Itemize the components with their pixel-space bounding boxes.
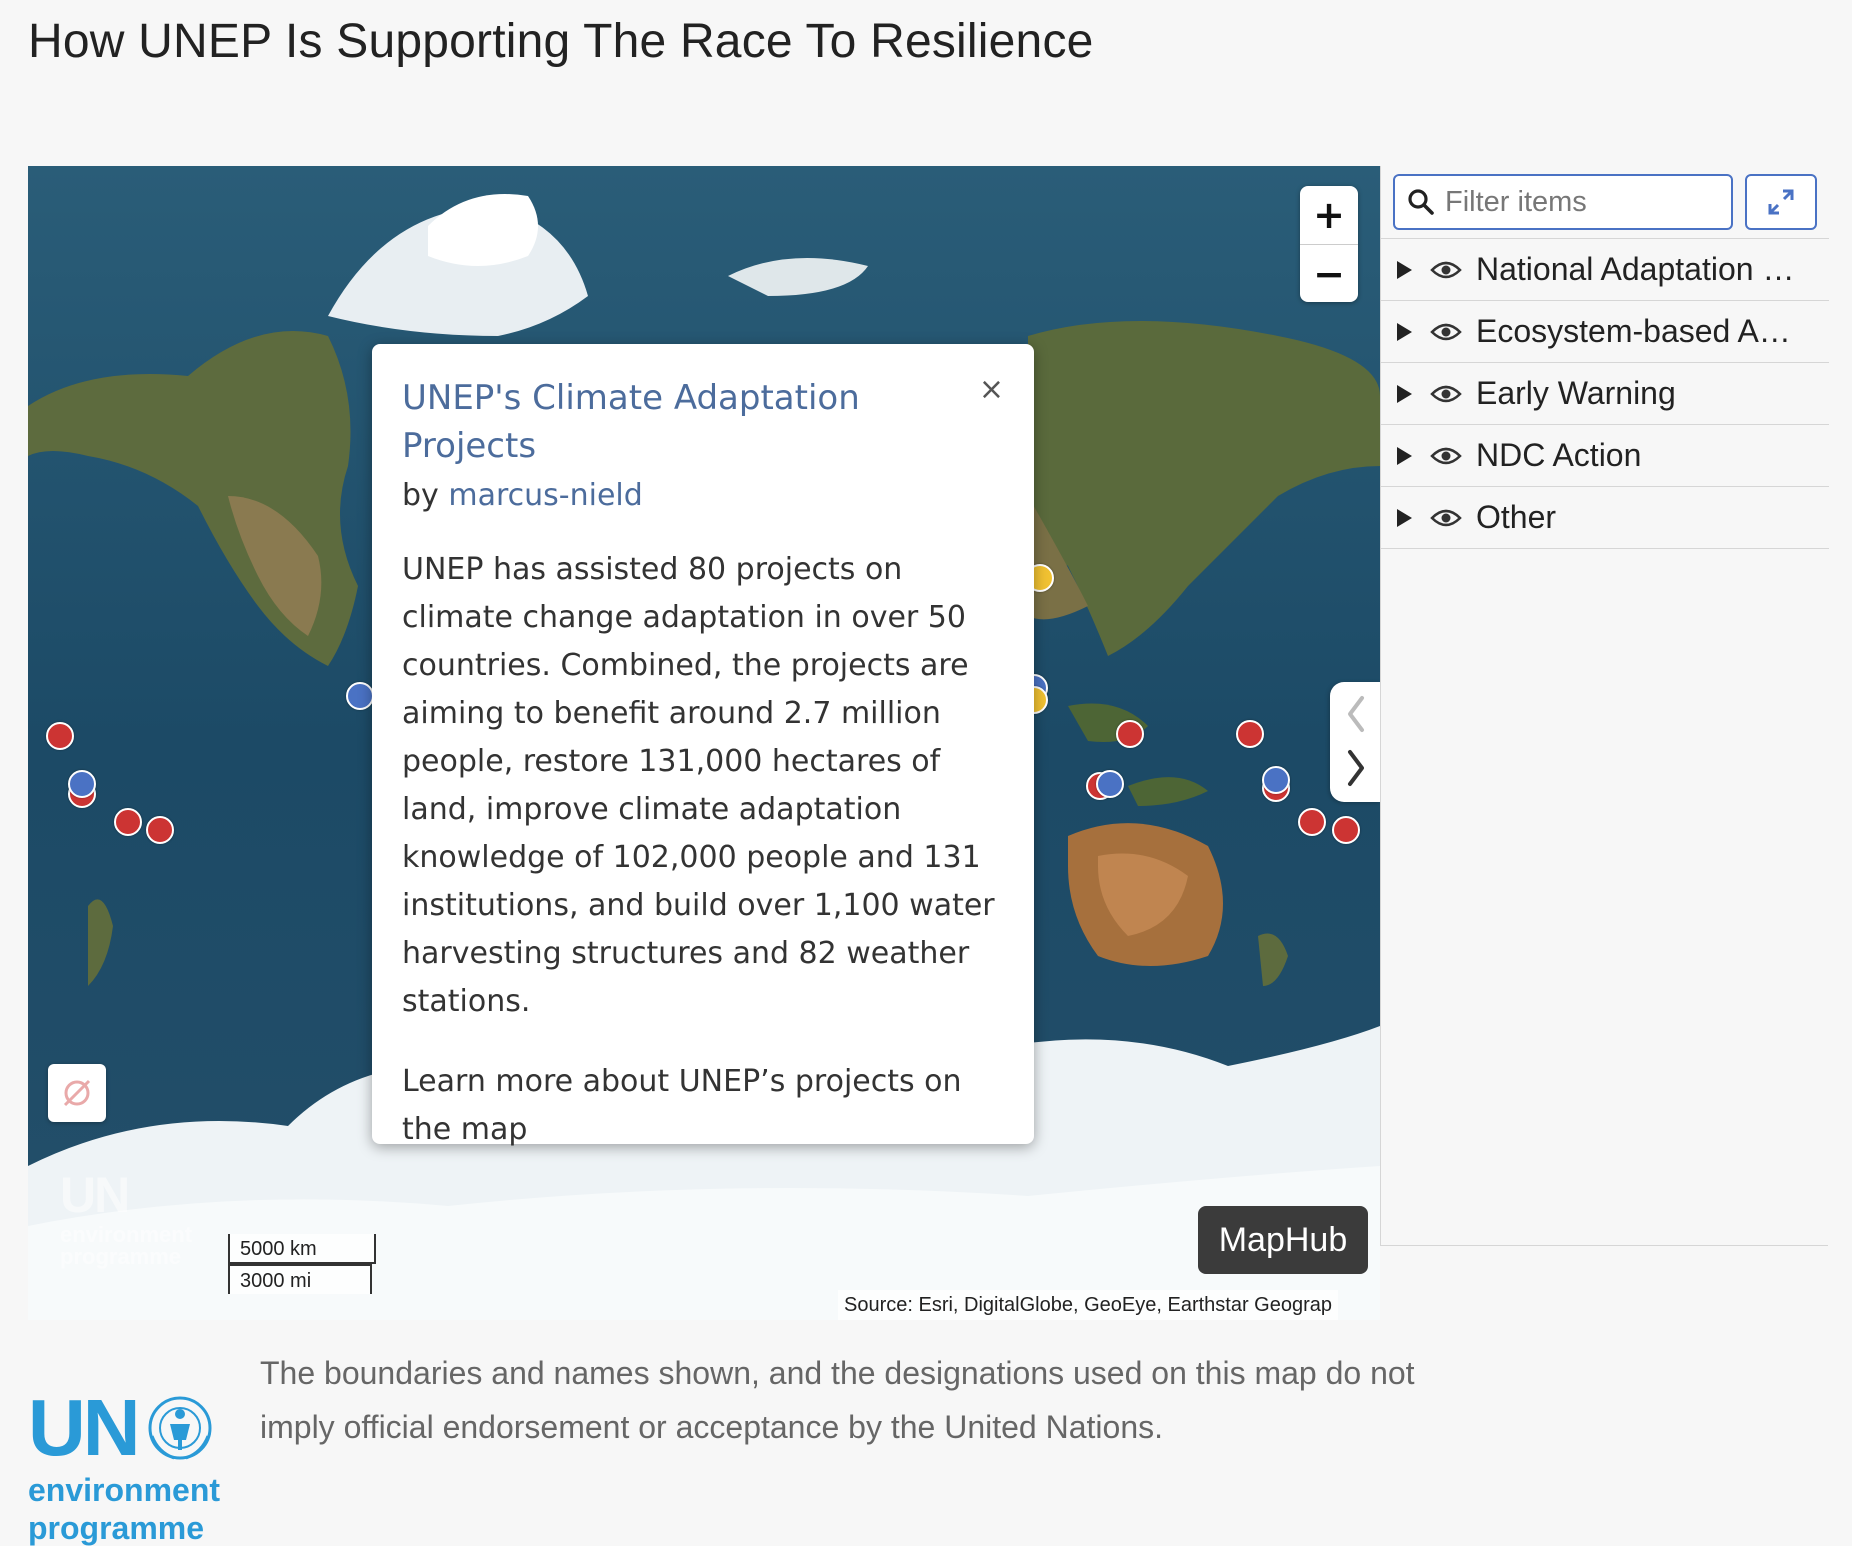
scale-km: 5000 km xyxy=(228,1234,376,1264)
layer-label: Early Warning xyxy=(1476,375,1676,411)
plus-icon: + xyxy=(1313,193,1345,237)
eye-icon[interactable] xyxy=(1430,446,1462,466)
map-marker[interactable] xyxy=(1116,720,1144,748)
layer-item-national-adaptation[interactable]: National Adaptation … xyxy=(1381,239,1829,301)
maphub-link[interactable]: MapHub xyxy=(1198,1206,1368,1274)
map-attribution: Source: Esri, DigitalGlobe, GeoEye, Eart… xyxy=(838,1290,1339,1320)
author-link[interactable]: marcus-nield xyxy=(448,478,642,513)
fullscreen-button[interactable] xyxy=(1745,174,1817,230)
layer-item-early-warning[interactable]: Early Warning xyxy=(1381,363,1829,425)
layer-label: Other xyxy=(1476,499,1557,535)
byline-prefix: by xyxy=(402,478,439,513)
location-disabled-icon xyxy=(63,1079,91,1107)
eye-icon[interactable] xyxy=(1430,322,1462,342)
close-icon[interactable]: × xyxy=(979,372,1004,407)
map-marker[interactable] xyxy=(114,808,142,836)
map-canvas[interactable]: + − UN environment programme 5000 km 300… xyxy=(28,166,1380,1320)
map-popup: × UNEP's Climate Adaptation Projects by … xyxy=(372,344,1034,1147)
map-marker[interactable] xyxy=(46,722,74,750)
layers-panel: National Adaptation … Ecosystem-based A…… xyxy=(1380,166,1829,1246)
chevron-right-icon[interactable] xyxy=(1342,746,1370,790)
map-marker[interactable] xyxy=(1298,808,1326,836)
unep-logo: UN environment programme xyxy=(28,1383,221,1546)
minus-icon: − xyxy=(1313,251,1345,296)
search-icon xyxy=(1408,189,1434,215)
un-watermark-logo: UN environment programme xyxy=(60,1167,193,1269)
layer-label: NDC Action xyxy=(1476,437,1642,473)
expand-triangle-icon[interactable] xyxy=(1397,384,1412,403)
eye-icon[interactable] xyxy=(1430,260,1462,280)
map-marker[interactable] xyxy=(146,816,174,844)
page-title: How UNEP Is Supporting The Race To Resil… xyxy=(28,15,1094,68)
eye-icon[interactable] xyxy=(1430,384,1462,404)
layer-item-ndc-action[interactable]: NDC Action xyxy=(1381,425,1829,487)
expand-triangle-icon[interactable] xyxy=(1397,446,1412,465)
filter-input[interactable] xyxy=(1445,185,1725,219)
popup-title[interactable]: UNEP's Climate Adaptation Projects xyxy=(402,374,922,470)
locate-button[interactable] xyxy=(48,1064,106,1122)
map-marker[interactable] xyxy=(1236,720,1264,748)
zoom-in-button[interactable]: + xyxy=(1300,186,1358,244)
chevron-left-icon[interactable] xyxy=(1342,692,1370,736)
un-emblem-icon xyxy=(148,1396,212,1460)
map-marker[interactable] xyxy=(1262,766,1290,794)
panel-toggle xyxy=(1330,682,1380,802)
map-marker[interactable] xyxy=(1332,816,1360,844)
zoom-out-button[interactable]: − xyxy=(1300,244,1358,302)
map-marker[interactable] xyxy=(346,682,374,710)
layer-list: National Adaptation … Ecosystem-based A…… xyxy=(1381,238,1829,549)
popup-byline: by marcus-nield xyxy=(402,474,1004,518)
layer-item-other[interactable]: Other xyxy=(1381,487,1829,549)
map-disclaimer: The boundaries and names shown, and the … xyxy=(260,1355,1415,1445)
zoom-control: + − xyxy=(1300,186,1358,302)
map-marker[interactable] xyxy=(68,770,96,798)
popup-description: UNEP has assisted 80 projects on climate… xyxy=(402,552,995,1019)
expand-triangle-icon[interactable] xyxy=(1397,260,1412,279)
eye-icon[interactable] xyxy=(1430,508,1462,528)
expand-icon xyxy=(1768,189,1794,215)
layer-label: Ecosystem-based A… xyxy=(1476,313,1791,349)
expand-triangle-icon[interactable] xyxy=(1397,322,1412,341)
map-marker[interactable] xyxy=(1096,770,1124,798)
popup-learn-more: Learn more about UNEP’s projects on the … xyxy=(402,1064,962,1147)
filter-field[interactable] xyxy=(1393,174,1733,230)
scale-mi: 3000 mi xyxy=(228,1264,372,1294)
layer-label: National Adaptation … xyxy=(1476,251,1795,287)
map-scale: 5000 km 3000 mi xyxy=(228,1234,376,1294)
layer-item-ecosystem-based[interactable]: Ecosystem-based A… xyxy=(1381,301,1829,363)
expand-triangle-icon[interactable] xyxy=(1397,508,1412,527)
